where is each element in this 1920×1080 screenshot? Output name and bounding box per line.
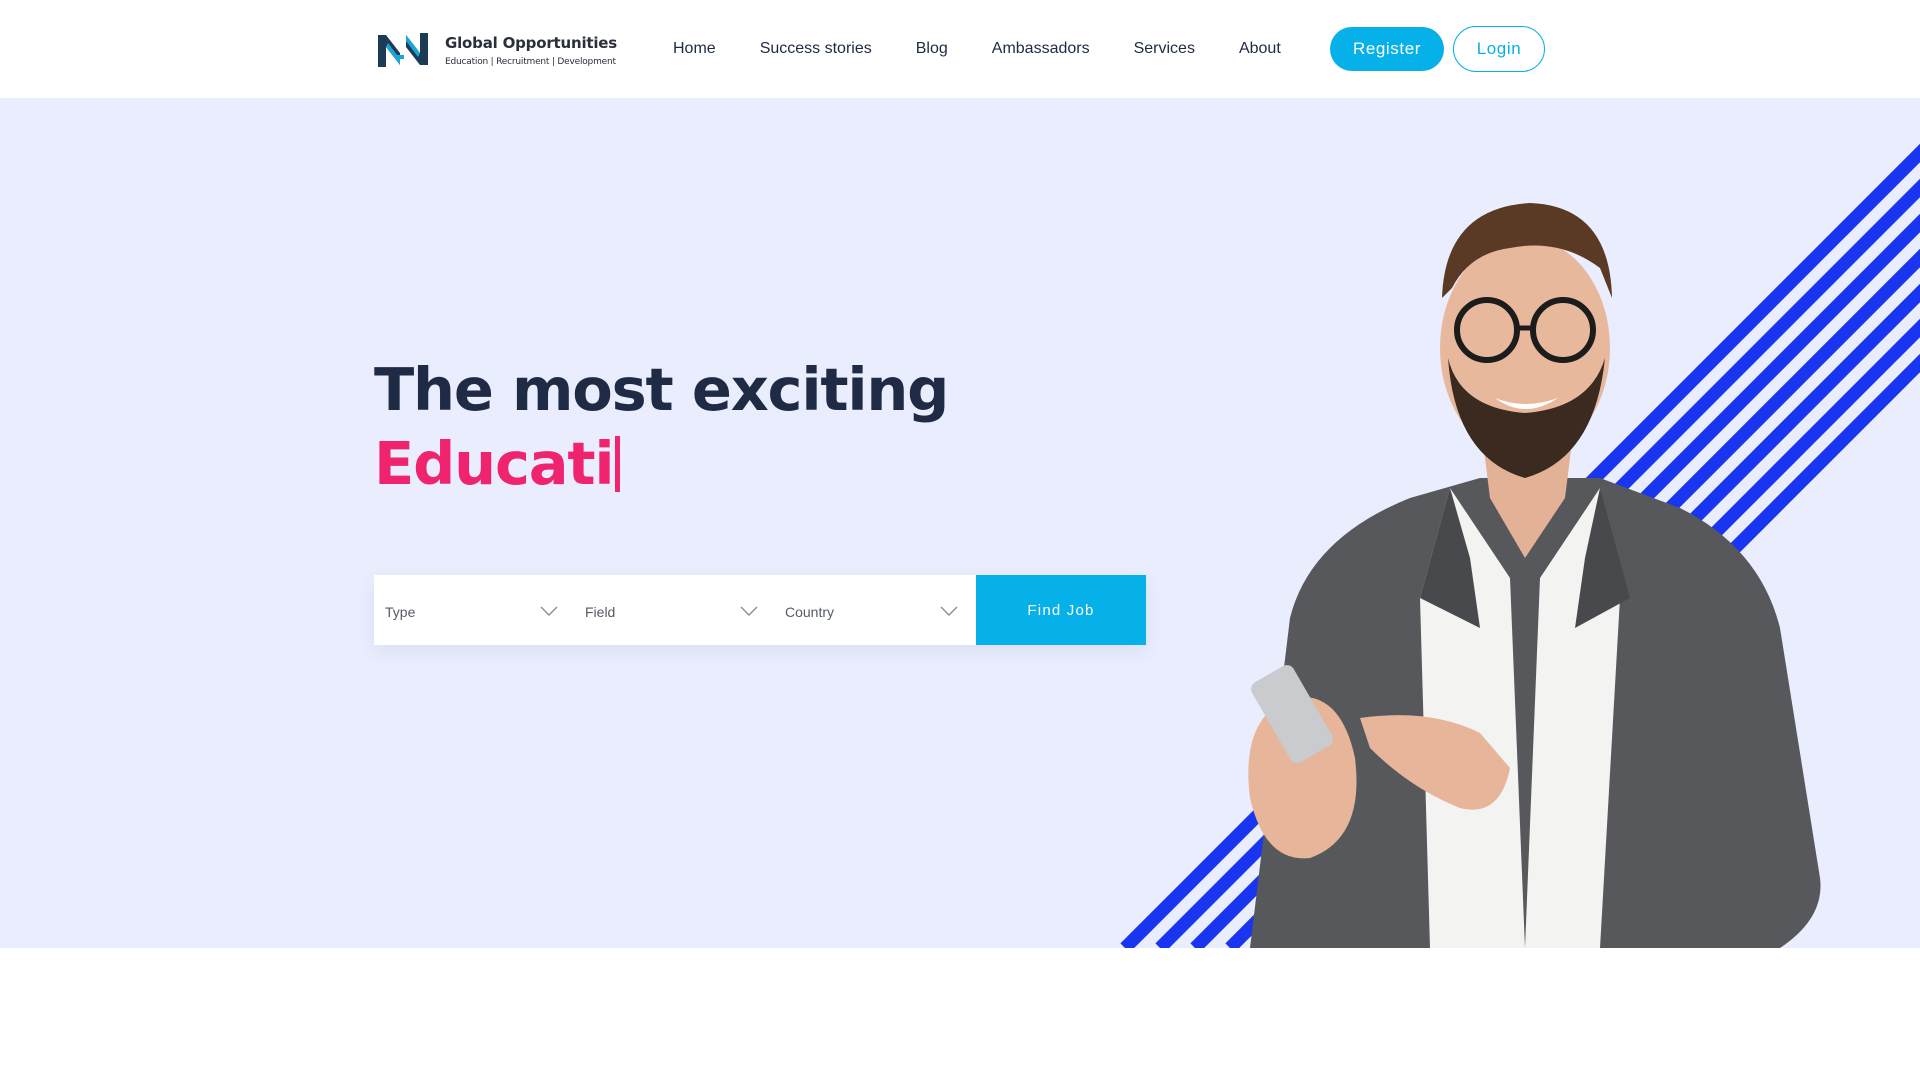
chevron-down-icon <box>540 606 558 616</box>
find-job-button[interactable]: Find Job <box>976 575 1146 645</box>
headline-line-2: Educati <box>374 427 948 501</box>
hero-person-image <box>1248 203 1821 948</box>
hero-headline: The most exciting Educati <box>374 353 949 501</box>
nav-success-stories[interactable]: Success stories <box>760 40 872 58</box>
brand-logo[interactable]: Global Opportunities Education | Recruit… <box>374 29 617 71</box>
chevron-down-icon <box>940 606 958 616</box>
headline-line-1: The most exciting <box>374 355 949 424</box>
brand-tagline: Education | Recruitment | Development <box>445 56 616 67</box>
country-select-label: Country <box>785 604 835 620</box>
job-search-bar: Type Field Country Find Job <box>374 575 1146 645</box>
brand-name: Global Opportunities <box>445 33 617 52</box>
field-select[interactable]: Field <box>574 575 774 645</box>
nav-about[interactable]: About <box>1239 40 1281 58</box>
chevron-down-icon <box>740 606 758 616</box>
field-select-label: Field <box>585 604 616 620</box>
register-button[interactable]: Register <box>1330 27 1444 71</box>
typing-cursor <box>615 436 621 492</box>
typed-word: Educati <box>374 429 615 498</box>
type-select[interactable]: Type <box>374 575 574 645</box>
main-nav: Home Success stories Blog Ambassadors Se… <box>673 0 1281 98</box>
lower-section <box>0 948 1920 1080</box>
type-select-label: Type <box>385 604 416 620</box>
nav-ambassadors[interactable]: Ambassadors <box>992 40 1090 58</box>
country-select[interactable]: Country <box>774 575 974 645</box>
nav-blog[interactable]: Blog <box>916 40 948 58</box>
nav-services[interactable]: Services <box>1134 40 1195 58</box>
go-monogram-logo-icon <box>378 33 428 67</box>
login-button[interactable]: Login <box>1453 26 1545 72</box>
site-header: Global Opportunities Education | Recruit… <box>0 0 1920 98</box>
hero-section: The most exciting Educati Type Field Cou… <box>0 98 1920 948</box>
nav-home[interactable]: Home <box>673 40 716 58</box>
